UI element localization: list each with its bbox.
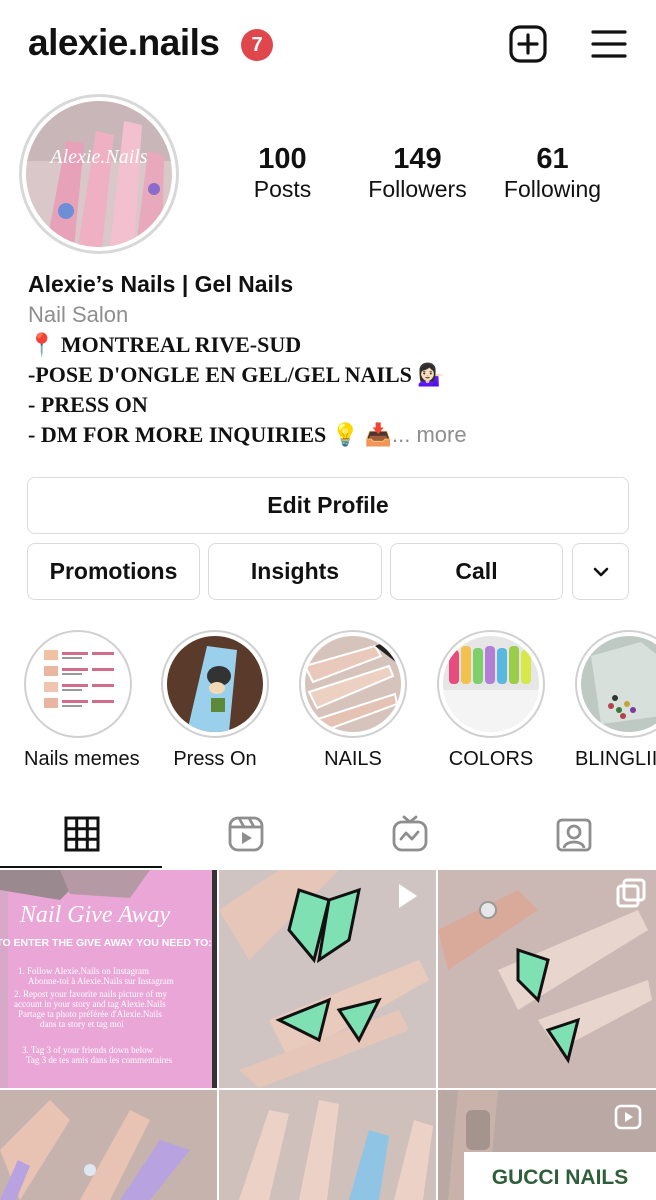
tagged-icon bbox=[556, 818, 592, 852]
stat-following[interactable]: 61 Following bbox=[485, 143, 620, 204]
highlight-cover bbox=[30, 636, 126, 732]
post-lilac-nails[interactable] bbox=[0, 1090, 217, 1200]
giveaway-line: Partage ta photo préférée d'Alexie.Nails bbox=[18, 1009, 162, 1019]
highlight-cover bbox=[581, 636, 656, 732]
highlight-label: Nails memes bbox=[24, 748, 140, 770]
giveaway-line: 3. Tag 3 of your friends down below bbox=[22, 1045, 154, 1055]
tab-grid[interactable] bbox=[0, 800, 164, 868]
bio-line-dm-text: - DM FOR MORE INQUIRIES 💡 📥 bbox=[28, 422, 393, 447]
promotions-button[interactable]: Promotions bbox=[27, 543, 200, 600]
post-blue-nails[interactable] bbox=[219, 1090, 436, 1200]
post-gucci-nails[interactable]: GUCCI NAILS bbox=[438, 1090, 656, 1200]
highlight-nails-memes[interactable]: Nails memes bbox=[24, 630, 140, 771]
highlight-cover bbox=[305, 636, 401, 732]
bio-more-link[interactable]: ... more bbox=[392, 422, 467, 447]
notification-badge[interactable]: 7 bbox=[241, 29, 273, 61]
highlight-label: COLORS bbox=[448, 748, 534, 770]
stat-followers[interactable]: 149 Followers bbox=[350, 143, 485, 204]
highlight-blinglii[interactable]: BLINGLII bbox=[575, 630, 656, 771]
giveaway-title: Nail Give Away bbox=[19, 902, 171, 928]
bio-line-press-on: - PRESS ON bbox=[28, 392, 148, 417]
active-tab-indicator bbox=[0, 866, 162, 868]
hamburger-icon bbox=[591, 30, 627, 58]
insights-button[interactable]: Insights bbox=[208, 543, 382, 600]
tab-reels[interactable] bbox=[164, 800, 328, 868]
highlight-colors[interactable]: COLORS bbox=[437, 630, 545, 771]
following-count: 61 bbox=[536, 143, 569, 175]
giveaway-subtitle: TO ENTER THE GIVE AWAY YOU NEED TO: bbox=[0, 937, 212, 949]
new-post-button[interactable] bbox=[508, 24, 548, 64]
tab-tagged[interactable] bbox=[492, 800, 656, 868]
highlight-cover bbox=[167, 636, 263, 732]
stat-posts[interactable]: 100 Posts bbox=[215, 143, 350, 204]
top-bar: alexie.nails 7 bbox=[0, 0, 656, 90]
profile-name: Alexie’s Nails | Gel Nails bbox=[28, 271, 294, 297]
reels-icon bbox=[228, 816, 264, 852]
bio-line-dm: - DM FOR MORE INQUIRIES 💡 📥... more bbox=[28, 420, 638, 450]
posts-label: Posts bbox=[253, 176, 312, 203]
profile-tabs bbox=[0, 800, 656, 868]
profile-avatar[interactable]: Alexie.Nails bbox=[19, 94, 179, 254]
edit-profile-button[interactable]: Edit Profile bbox=[27, 477, 629, 534]
giveaway-line: account in your story and tag Alexie.Nai… bbox=[14, 999, 166, 1009]
menu-button[interactable] bbox=[589, 24, 629, 64]
highlight-ring bbox=[161, 630, 269, 738]
igtv-icon bbox=[392, 815, 428, 852]
profile-bio: Alexie’s Nails | Gel Nails Nail Salon 📍 … bbox=[28, 268, 638, 450]
giveaway-line: Abonne-toi à Alexie.Nails sur Instagram bbox=[28, 976, 174, 986]
posts-grid: Nail Give Away TO ENTER THE GIVE AWAY YO… bbox=[0, 870, 656, 1200]
highlight-cover bbox=[443, 636, 539, 732]
followers-count: 149 bbox=[393, 143, 442, 175]
bio-line-location: 📍 MONTREAL RIVE-SUD bbox=[28, 332, 302, 357]
highlight-label: Press On bbox=[173, 748, 257, 770]
post-butterfly-nails[interactable] bbox=[219, 870, 436, 1088]
highlight-ring bbox=[575, 630, 656, 738]
tab-igtv[interactable] bbox=[328, 800, 492, 868]
post-butterfly-ring[interactable] bbox=[438, 870, 656, 1088]
more-options-button[interactable] bbox=[572, 543, 629, 600]
highlight-ring bbox=[437, 630, 545, 738]
call-button[interactable]: Call bbox=[390, 543, 563, 600]
plus-square-icon bbox=[509, 25, 547, 63]
gucci-label: GUCCI NAILS bbox=[492, 1166, 629, 1189]
highlight-ring bbox=[299, 630, 407, 738]
bio-line-gel-nails: -POSE D'ONGLE EN GEL/GEL NAILS 💁🏻‍♀️ bbox=[28, 362, 445, 387]
highlight-label: NAILS bbox=[324, 748, 382, 770]
posts-count: 100 bbox=[258, 143, 307, 175]
username[interactable]: alexie.nails bbox=[28, 22, 220, 64]
post-giveaway[interactable]: Nail Give Away TO ENTER THE GIVE AWAY YO… bbox=[0, 870, 217, 1088]
followers-label: Followers bbox=[368, 176, 467, 203]
grid-icon bbox=[64, 816, 100, 852]
profile-category: Nail Salon bbox=[28, 302, 129, 327]
following-label: Following bbox=[503, 176, 602, 203]
avatar-image: Alexie.Nails bbox=[26, 101, 172, 247]
giveaway-line: Tag 3 de tes amis dans les commentaires bbox=[26, 1055, 173, 1065]
giveaway-line: 1. Follow Alexie.Nails on Instagram bbox=[18, 966, 149, 976]
highlight-press-on[interactable]: Press On bbox=[161, 630, 269, 771]
giveaway-line: 2. Repost your favorite nails picture of… bbox=[14, 989, 167, 999]
giveaway-line: dans ta story et tag moi bbox=[40, 1019, 124, 1029]
chevron-down-icon bbox=[593, 567, 608, 576]
avatar-watermark: Alexie.Nails bbox=[48, 146, 147, 168]
highlight-nails[interactable]: NAILS bbox=[299, 630, 407, 771]
highlight-ring bbox=[24, 630, 132, 738]
highlight-label: BLINGLII bbox=[575, 748, 656, 770]
